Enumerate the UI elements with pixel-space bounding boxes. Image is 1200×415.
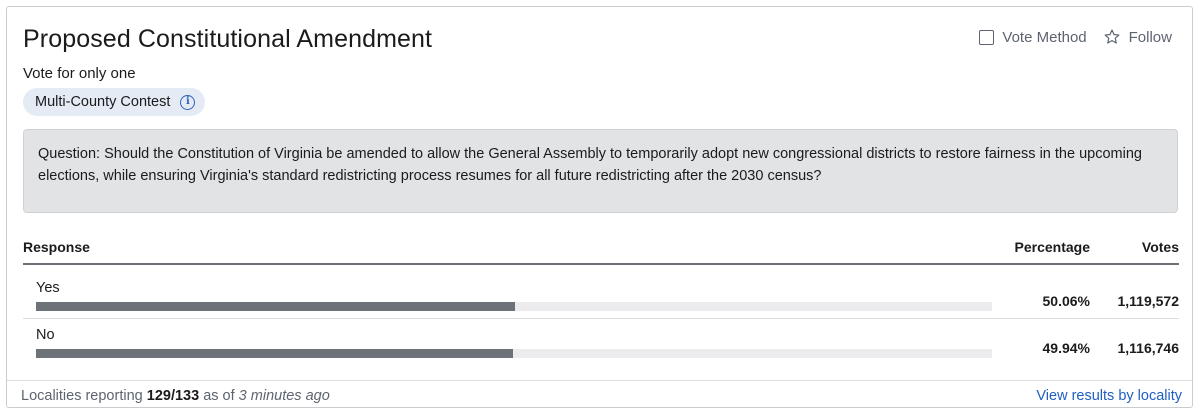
vote-method-label: Vote Method [1002, 28, 1087, 46]
reporting-status: Localities reporting 129/133 as of 3 min… [21, 388, 330, 404]
response-label: No [36, 327, 55, 343]
info-icon[interactable]: i [180, 94, 196, 110]
header-response: Response [23, 239, 90, 255]
contest-tag-label: Multi-County Contest [35, 94, 171, 110]
contest-actions: Vote Method Follow [979, 28, 1172, 46]
response-percentage: 50.06% [1042, 293, 1090, 309]
question-text: Question: Should the Constitution of Vir… [23, 129, 1178, 213]
header-percentage: Percentage [1014, 239, 1090, 255]
contest-footer: Localities reporting 129/133 as of 3 min… [7, 380, 1192, 408]
response-votes: 1,116,746 [1117, 340, 1179, 356]
vote-method-checkbox[interactable] [979, 29, 995, 45]
result-bar-fill [36, 349, 514, 358]
header-votes: Votes [1141, 239, 1179, 255]
response-percentage: 49.94% [1042, 340, 1090, 356]
vote-instruction: Vote for only one [23, 65, 136, 82]
result-bar [36, 349, 992, 358]
reporting-prefix: Localities reporting [21, 388, 147, 404]
table-row: Yes 50.06% 1,119,572 [23, 272, 1179, 319]
view-by-locality-link[interactable]: View results by locality [1036, 388, 1182, 404]
contest-card: Proposed Constitutional Amendment Vote f… [6, 6, 1193, 408]
response-votes: 1,119,572 [1117, 293, 1179, 309]
result-bar-fill [36, 302, 515, 311]
follow-label: Follow [1128, 28, 1172, 46]
response-label: Yes [36, 280, 60, 296]
vote-method-toggle[interactable]: Vote Method [979, 28, 1087, 46]
contest-tag[interactable]: Multi-County Contest i [23, 88, 206, 116]
contest-title: Proposed Constitutional Amendment [23, 25, 433, 53]
reporting-middle: as of [199, 388, 239, 404]
results-table-header: Response Percentage Votes [23, 237, 1179, 265]
follow-button[interactable]: Follow [1103, 28, 1172, 46]
reporting-count: 129/133 [146, 388, 200, 404]
result-bar [36, 302, 992, 311]
table-row: No 49.94% 1,116,746 [23, 319, 1179, 365]
reporting-time: 3 minutes ago [238, 388, 330, 404]
star-icon [1104, 29, 1120, 44]
